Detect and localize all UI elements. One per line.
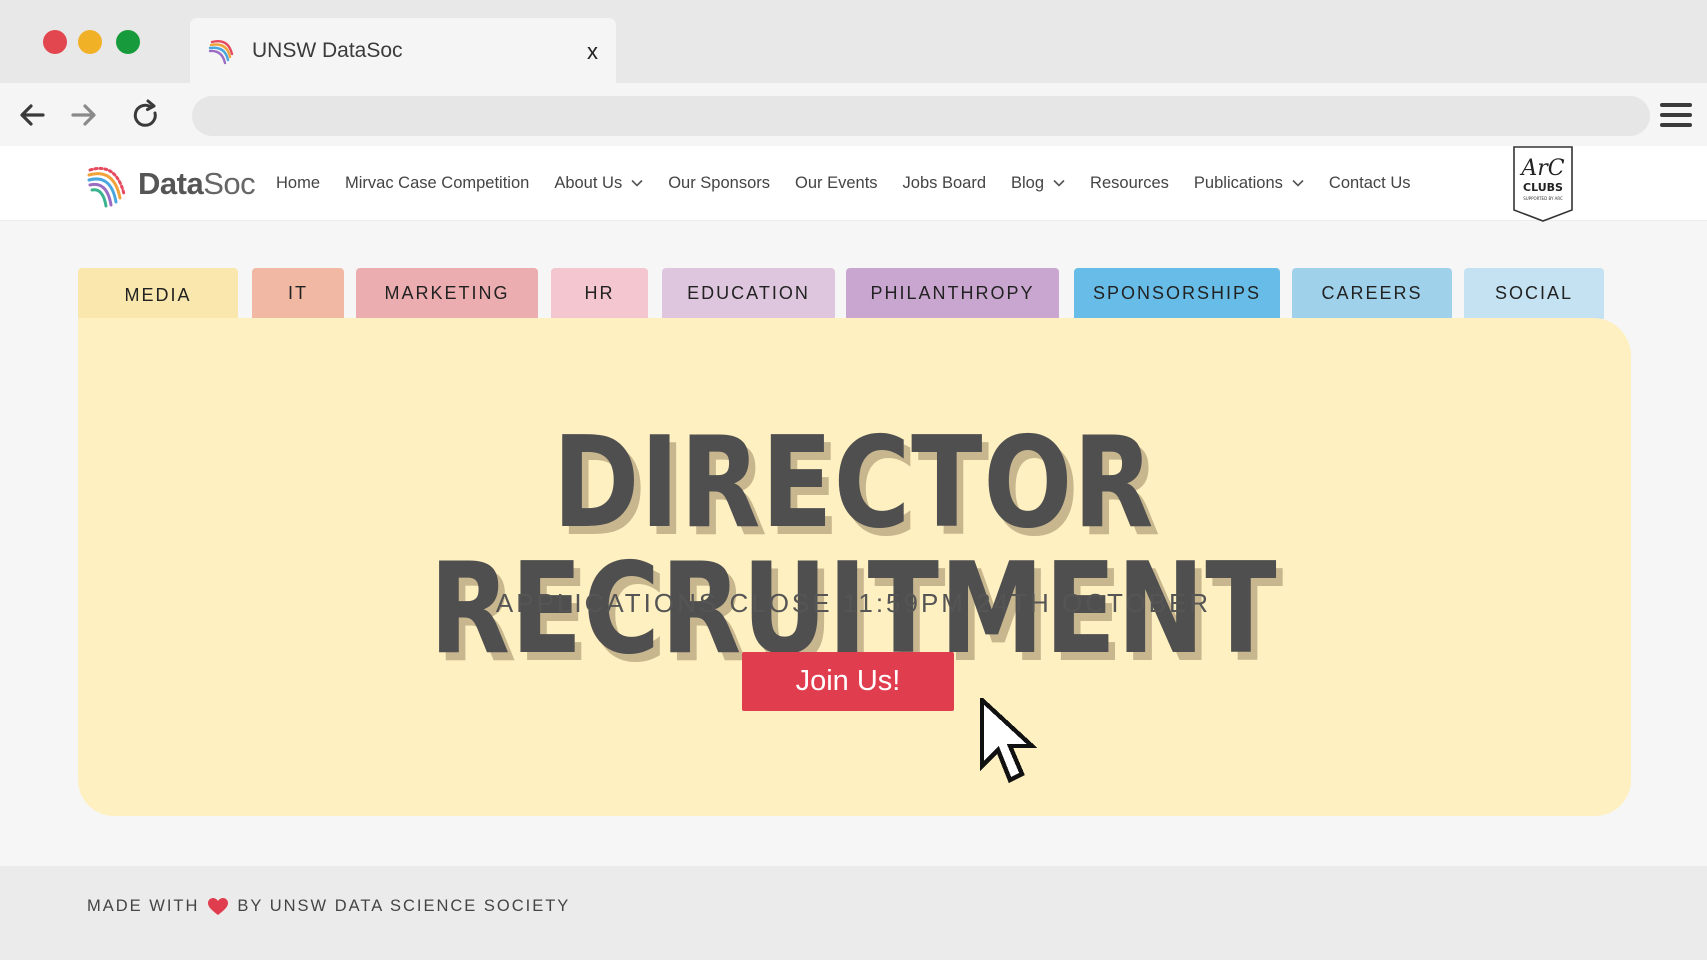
minimize-window-button[interactable] [78, 30, 102, 54]
tab-title: UNSW DataSoc [252, 39, 403, 62]
site-navbar: DataSoc Home Mirvac Case Competition About… [0, 146, 1707, 222]
tab-education[interactable]: EDUCATION [662, 268, 835, 319]
nav-item-label: Publications [1193, 173, 1283, 192]
chevron-down-icon [1053, 179, 1065, 187]
footer-suffix: BY UNSW DATA SCIENCE SOCIETY [237, 897, 571, 915]
browser-menu-button[interactable] [1659, 100, 1693, 130]
site-footer: MADE WITH BY UNSW DATA SCIENCE SOCIETY [0, 866, 1707, 960]
badge-line2: CLUBS [1523, 181, 1563, 194]
footer-prefix: MADE WITH [87, 897, 200, 915]
nav-item-blog[interactable]: Blog [1011, 174, 1065, 193]
tab-social[interactable]: SOCIAL [1464, 268, 1604, 319]
nav-item-label: Our Events [795, 173, 878, 192]
tab-sponsorships[interactable]: SPONSORSHIPS [1074, 268, 1280, 319]
footer-credit: MADE WITH BY UNSW DATA SCIENCE SOCIETY [87, 897, 570, 916]
nav-item-publications[interactable]: Publications [1194, 174, 1304, 193]
tab-close-button[interactable]: x [587, 39, 598, 65]
forward-button[interactable] [66, 97, 102, 133]
back-button[interactable] [14, 97, 50, 133]
address-bar-input[interactable] [192, 96, 1650, 136]
nav-item-label: Resources [1090, 173, 1169, 192]
logo-text-rest: Soc [203, 166, 256, 201]
badge-line3: SUPPORTED BY ARC [1523, 196, 1563, 201]
site-logo[interactable]: DataSoc [86, 160, 256, 208]
chevron-down-icon [1292, 179, 1304, 187]
tab-hr[interactable]: HR [551, 268, 648, 319]
main-menu: Home Mirvac Case Competition About Us Our S… [276, 146, 1436, 220]
datasoc-logo-icon [208, 40, 234, 65]
arc-clubs-badge: ArC CLUBS SUPPORTED BY ARC [1513, 146, 1573, 222]
nav-item-label: Our Sponsors [668, 173, 770, 192]
tab-it[interactable]: IT [252, 268, 344, 319]
application-deadline: APPLICATIONS CLOSE 11:59PM 24TH OCTOBER [495, 588, 1212, 618]
datasoc-logo-icon [87, 167, 126, 208]
close-window-button[interactable] [43, 30, 67, 54]
reload-icon [133, 99, 157, 127]
tab-philanthropy[interactable]: PHILANTHROPY [846, 268, 1059, 319]
nav-item-our-sponsors[interactable]: Our Sponsors [668, 174, 770, 193]
chevron-down-icon [631, 179, 643, 187]
nav-item-home[interactable]: Home [276, 174, 320, 193]
mouse-cursor-icon [980, 698, 1038, 784]
hamburger-menu-icon [1660, 103, 1692, 127]
nav-item-jobs-board[interactable]: Jobs Board [903, 174, 986, 193]
nav-item-contact-us[interactable]: Contact Us [1329, 174, 1411, 193]
nav-item-our-events[interactable]: Our Events [795, 174, 878, 193]
browser-titlebar: UNSW DataSoc x [0, 0, 1707, 83]
nav-item-label: Home [276, 173, 321, 192]
nav-item-label: About Us [554, 173, 623, 192]
nav-item-mirvac-case-competition[interactable]: Mirvac Case Competition [345, 174, 529, 193]
arrow-left-icon [20, 104, 45, 126]
nav-item-resources[interactable]: Resources [1090, 174, 1169, 193]
browser-tab[interactable]: UNSW DataSoc x [190, 18, 616, 83]
nav-item-label: Contact Us [1328, 173, 1411, 192]
heart-icon [208, 897, 229, 915]
tab-careers[interactable]: CAREERS [1292, 268, 1452, 319]
logo-text: DataSoc [138, 166, 256, 202]
logo-text-bold: Data [138, 166, 204, 201]
arrow-right-icon [71, 104, 96, 126]
reload-button[interactable] [128, 97, 164, 133]
page-title: DIRECTOR RECRUITMENT [429, 409, 1278, 682]
nav-item-label: Mirvac Case Competition [345, 173, 530, 192]
badge-line1: ArC [1519, 156, 1564, 181]
tab-marketing[interactable]: MARKETING [356, 268, 538, 319]
maximize-window-button[interactable] [116, 30, 140, 54]
nav-item-label: Blog [1011, 173, 1045, 192]
nav-item-about-us[interactable]: About Us [554, 174, 643, 193]
join-us-button[interactable]: Join Us! [742, 652, 954, 711]
nav-item-label: Jobs Board [902, 173, 987, 192]
